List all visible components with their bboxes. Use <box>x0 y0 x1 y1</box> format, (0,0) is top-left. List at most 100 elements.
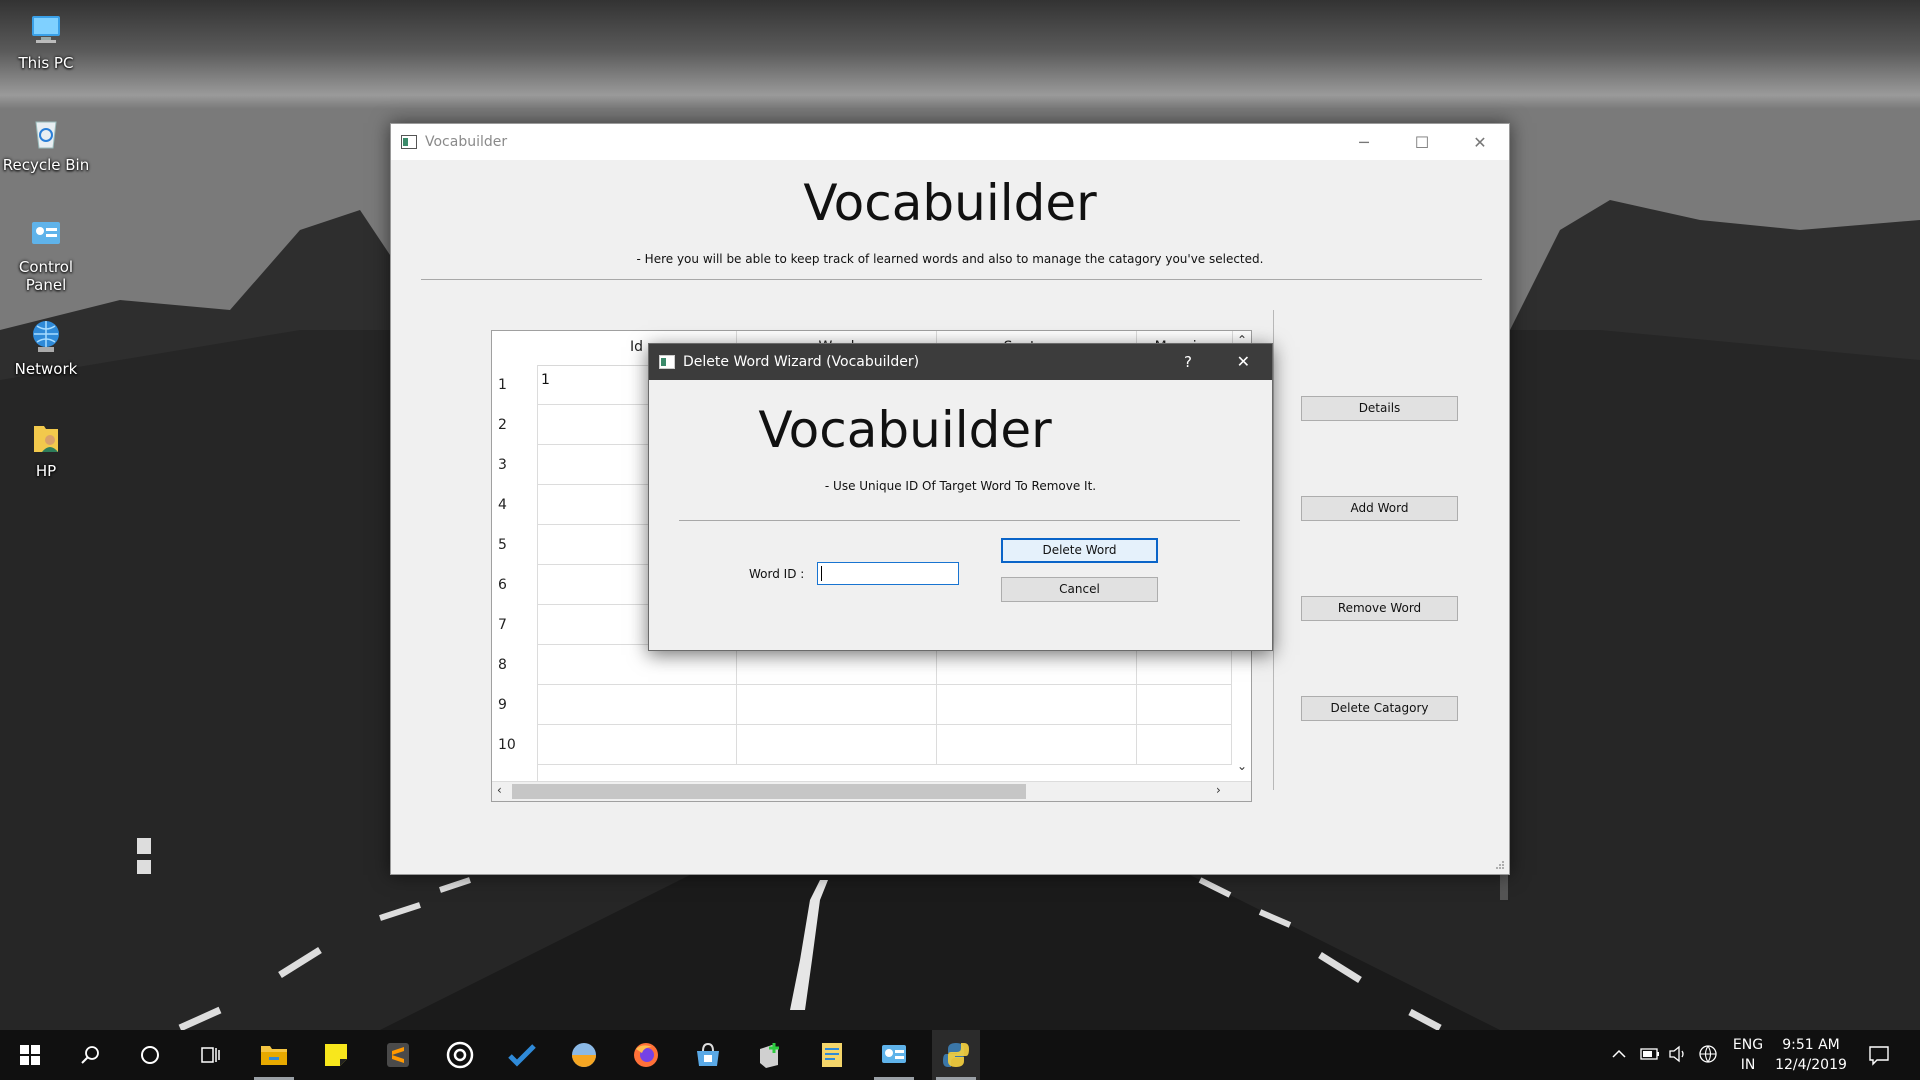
taskbar-app-sticky-notes[interactable] <box>312 1030 360 1080</box>
maximize-button[interactable]: ☐ <box>1393 124 1451 160</box>
app-installer-icon <box>760 1043 779 1068</box>
firefox-icon <box>634 1043 658 1067</box>
table-cell[interactable] <box>737 645 937 685</box>
file-explorer-icon <box>261 1046 287 1065</box>
network-globe-icon[interactable] <box>1698 1044 1718 1064</box>
dialog-divider <box>679 520 1240 521</box>
word-id-label: Word ID : <box>749 567 805 581</box>
taskbar-app-firefox[interactable] <box>622 1030 670 1080</box>
action-center-icon[interactable] <box>1868 1044 1890 1066</box>
search-button[interactable] <box>66 1030 114 1080</box>
sublime-text-icon <box>387 1043 409 1067</box>
taskbar-app-notepad[interactable] <box>808 1030 856 1080</box>
delete-word-dialog: Delete Word Wizard (Vocabuilder) ? ✕ Voc… <box>648 343 1273 651</box>
taskbar-app-weather[interactable] <box>560 1030 608 1080</box>
notepad-icon <box>822 1043 842 1067</box>
start-button[interactable] <box>6 1030 54 1080</box>
resize-grip-icon[interactable] <box>1495 860 1505 870</box>
row-number[interactable]: 10 <box>498 737 516 753</box>
close-button[interactable]: ✕ <box>1451 124 1509 160</box>
scroll-thumb[interactable] <box>512 784 1026 799</box>
table-cell[interactable] <box>937 645 1137 685</box>
minimize-icon: ─ <box>1359 132 1369 152</box>
cortana-icon <box>141 1046 159 1064</box>
desktop-icon-recycle-bin[interactable]: Recycle Bin <box>0 112 94 174</box>
row-number[interactable]: 5 <box>498 537 507 553</box>
taskbar-app-file-explorer[interactable] <box>250 1030 298 1080</box>
window-header: Vocabuilder - Here you will be able to k… <box>391 172 1509 266</box>
minimize-button[interactable]: ─ <box>1335 124 1393 160</box>
row-number[interactable]: 4 <box>498 497 507 513</box>
row-number[interactable]: 7 <box>498 617 507 633</box>
battery-icon[interactable] <box>1640 1047 1660 1061</box>
page-subtitle: - Here you will be able to keep track of… <box>636 252 1264 266</box>
weather-icon <box>572 1043 596 1067</box>
dialog-heading: Vocabuilder <box>758 401 1052 459</box>
sticky-notes-icon <box>325 1044 347 1066</box>
delete-catagory-button[interactable]: Delete Catagory <box>1301 696 1458 721</box>
desktop-icon-control-panel[interactable]: Control Panel <box>0 214 94 294</box>
desktop-icon-label: Recycle Bin <box>2 156 90 174</box>
taskbar-app-media-player[interactable] <box>436 1030 484 1080</box>
table-cell[interactable] <box>737 725 937 765</box>
table-cell[interactable] <box>737 685 937 725</box>
add-word-button[interactable]: Add Word <box>1301 496 1458 521</box>
row-number[interactable]: 1 <box>498 377 507 393</box>
volume-icon[interactable] <box>1668 1045 1688 1063</box>
dialog-titlebar[interactable]: Delete Word Wizard (Vocabuilder) ? ✕ <box>649 344 1272 380</box>
table-cell[interactable] <box>1137 685 1232 725</box>
scroll-right-icon[interactable]: › <box>1216 783 1221 797</box>
table-cell[interactable] <box>937 685 1137 725</box>
desktop-icon-network[interactable]: Network <box>0 316 94 378</box>
show-hidden-icons-icon[interactable] <box>1612 1048 1626 1060</box>
row-number[interactable]: 2 <box>498 417 507 433</box>
region-code: IN <box>1740 1057 1756 1073</box>
desktop-icon-label: Control Panel <box>18 258 74 294</box>
input-language[interactable]: ENG IN <box>1726 1035 1770 1075</box>
table-cell[interactable] <box>937 725 1137 765</box>
table-cell[interactable] <box>537 645 737 685</box>
task-view-button[interactable] <box>186 1030 234 1080</box>
word-id-input[interactable] <box>817 562 959 585</box>
recycle-bin-icon <box>35 121 57 149</box>
taskbar-app-python[interactable] <box>932 1030 980 1080</box>
scroll-down-icon[interactable]: ⌄ <box>1237 759 1247 773</box>
row-number[interactable]: 6 <box>498 577 507 593</box>
control-panel-icon <box>32 222 60 244</box>
table-cell[interactable] <box>537 725 737 765</box>
text-caret <box>821 566 822 581</box>
taskbar: ENG IN 9:51 AM 12/4/2019 <box>0 1030 1920 1080</box>
header-divider <box>421 279 1482 280</box>
delete-word-button[interactable]: Delete Word <box>1001 538 1158 563</box>
scroll-left-icon[interactable]: ‹ <box>497 783 502 797</box>
remove-word-button[interactable]: Remove Word <box>1301 596 1458 621</box>
row-number[interactable]: 9 <box>498 697 507 713</box>
clock[interactable]: 9:51 AM 12/4/2019 <box>1772 1035 1850 1075</box>
dialog-close-icon[interactable]: ✕ <box>1237 352 1250 371</box>
row-number[interactable]: 3 <box>498 457 507 473</box>
cancel-button[interactable]: Cancel <box>1001 577 1158 602</box>
python-icon <box>943 1043 969 1067</box>
windows-logo-icon <box>20 1045 40 1065</box>
desktop-icon-this-pc[interactable]: This PC <box>0 10 94 72</box>
taskbar-app-sublime-text[interactable] <box>374 1030 422 1080</box>
desktop-icon-hp[interactable]: HP <box>0 418 94 480</box>
taskbar-app-store[interactable] <box>684 1030 732 1080</box>
details-button[interactable]: Details <box>1301 396 1458 421</box>
network-icon <box>33 321 59 352</box>
row-number[interactable]: 8 <box>498 657 507 673</box>
search-icon <box>81 1046 99 1064</box>
taskbar-app-control-panel[interactable] <box>870 1030 918 1080</box>
desktop-icon-label: HP <box>35 462 57 480</box>
taskbar-app-todo[interactable] <box>498 1030 546 1080</box>
table-cell[interactable] <box>537 685 737 725</box>
horizontal-scrollbar[interactable]: ‹ › <box>492 781 1251 801</box>
cortana-button[interactable] <box>126 1030 174 1080</box>
taskbar-app-installer[interactable] <box>746 1030 794 1080</box>
help-button[interactable]: ? <box>1184 353 1192 371</box>
table-cell[interactable] <box>1137 645 1232 685</box>
window-titlebar[interactable]: Vocabuilder ─ ☐ ✕ <box>391 124 1509 160</box>
store-icon <box>697 1042 719 1066</box>
table-cell[interactable] <box>1137 725 1232 765</box>
clock-date: 12/4/2019 <box>1775 1057 1847 1073</box>
